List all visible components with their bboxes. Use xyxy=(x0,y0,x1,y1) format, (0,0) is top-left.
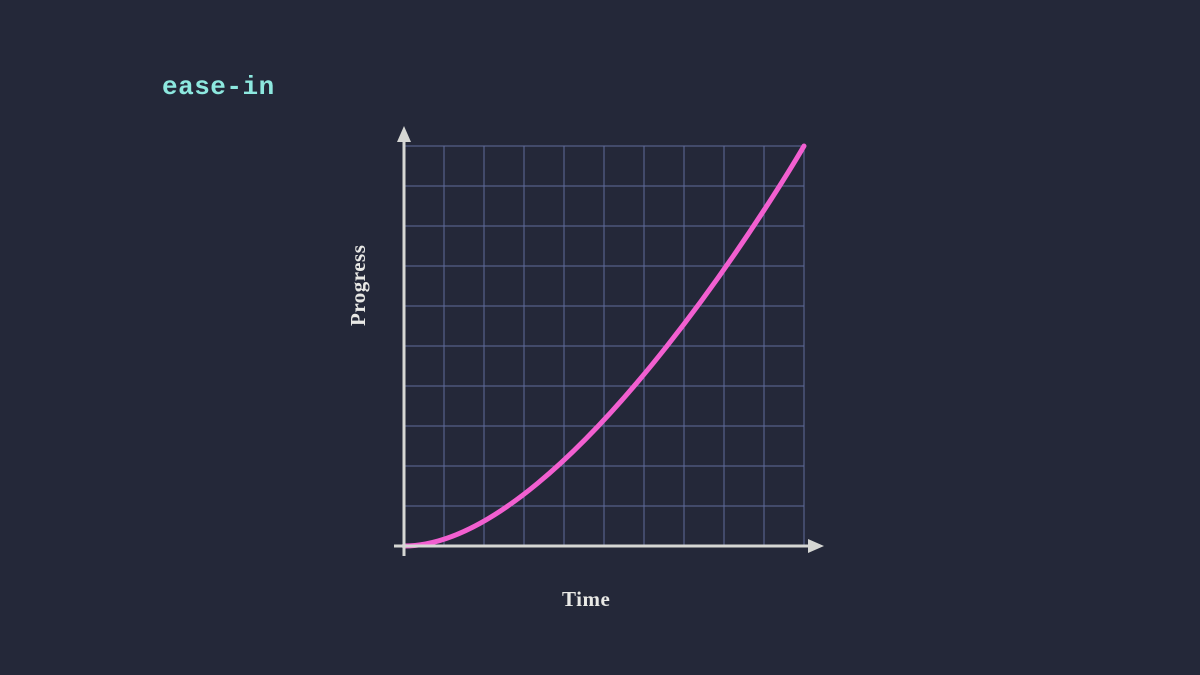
chart-title: ease-in xyxy=(162,72,275,102)
arrow-up-icon xyxy=(397,126,411,142)
arrow-right-icon xyxy=(808,539,824,553)
chart-plot xyxy=(394,126,824,576)
y-axis xyxy=(397,126,411,556)
grid xyxy=(404,146,804,546)
x-axis xyxy=(394,539,824,553)
y-axis-label: Progress xyxy=(346,245,371,326)
x-axis-label: Time xyxy=(562,587,610,612)
